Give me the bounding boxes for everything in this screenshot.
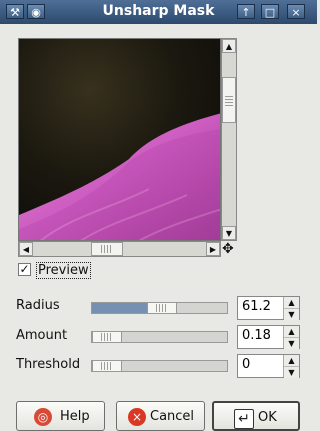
scroll-up-icon[interactable]: ▲ (222, 39, 236, 53)
scroll-left-icon[interactable]: ◀ (19, 242, 33, 256)
threshold-value[interactable] (242, 357, 282, 372)
ok-enter-icon: ↵ (234, 409, 254, 429)
preview-label: Preview (36, 262, 91, 279)
amount-decrease-icon[interactable]: ▼ (284, 337, 299, 349)
help-lifebuoy-icon: ◎ (34, 408, 52, 426)
preview-image[interactable] (18, 38, 221, 241)
threshold-increase-icon[interactable]: ▲ (284, 355, 299, 366)
scroll-right-icon[interactable]: ▶ (206, 242, 220, 256)
threshold-label: Threshold (16, 357, 81, 372)
radius-slider[interactable] (91, 302, 228, 314)
maximize-icon[interactable]: □ (261, 4, 279, 19)
radius-value[interactable] (242, 299, 282, 314)
ok-button-label: OK (258, 410, 277, 425)
horizontal-scroll-thumb[interactable] (91, 242, 123, 256)
title-bar: ⚒ ◉ Unsharp Mask ↑ □ × (0, 0, 317, 24)
amount-increase-icon[interactable]: ▲ (284, 326, 299, 337)
radius-decrease-icon[interactable]: ▼ (284, 308, 299, 320)
cancel-icon: × (128, 408, 146, 426)
threshold-slider[interactable] (91, 360, 228, 372)
close-icon[interactable]: × (287, 4, 305, 19)
help-button-label: Help (60, 409, 90, 424)
amount-value[interactable] (242, 328, 282, 343)
help-button[interactable]: ◎ Help (16, 401, 105, 431)
radius-increase-icon[interactable]: ▲ (284, 297, 299, 308)
preview-horizontal-scrollbar[interactable]: ◀ ▶ (18, 241, 221, 257)
move-icon[interactable]: ✥ (222, 242, 236, 256)
cancel-button[interactable]: × Cancel (116, 401, 205, 431)
amount-label: Amount (16, 328, 68, 343)
raise-icon[interactable]: ↑ (237, 4, 255, 19)
radius-spinbutton[interactable]: ▲▼ (237, 296, 300, 320)
vertical-scroll-thumb[interactable] (222, 77, 236, 123)
flower-preview-image (19, 39, 220, 240)
radius-label: Radius (16, 298, 60, 313)
preview-vertical-scrollbar[interactable]: ▲ ▼ (221, 38, 237, 241)
preview-checkbox[interactable]: ✓ (18, 263, 31, 276)
threshold-decrease-icon[interactable]: ▼ (284, 366, 299, 378)
scroll-down-icon[interactable]: ▼ (222, 226, 236, 240)
threshold-spinbutton[interactable]: ▲▼ (237, 354, 300, 378)
ok-button[interactable]: ↵ OK (212, 401, 300, 431)
cancel-button-label: Cancel (150, 409, 195, 424)
amount-spinbutton[interactable]: ▲▼ (237, 325, 300, 349)
amount-slider[interactable] (91, 331, 228, 343)
